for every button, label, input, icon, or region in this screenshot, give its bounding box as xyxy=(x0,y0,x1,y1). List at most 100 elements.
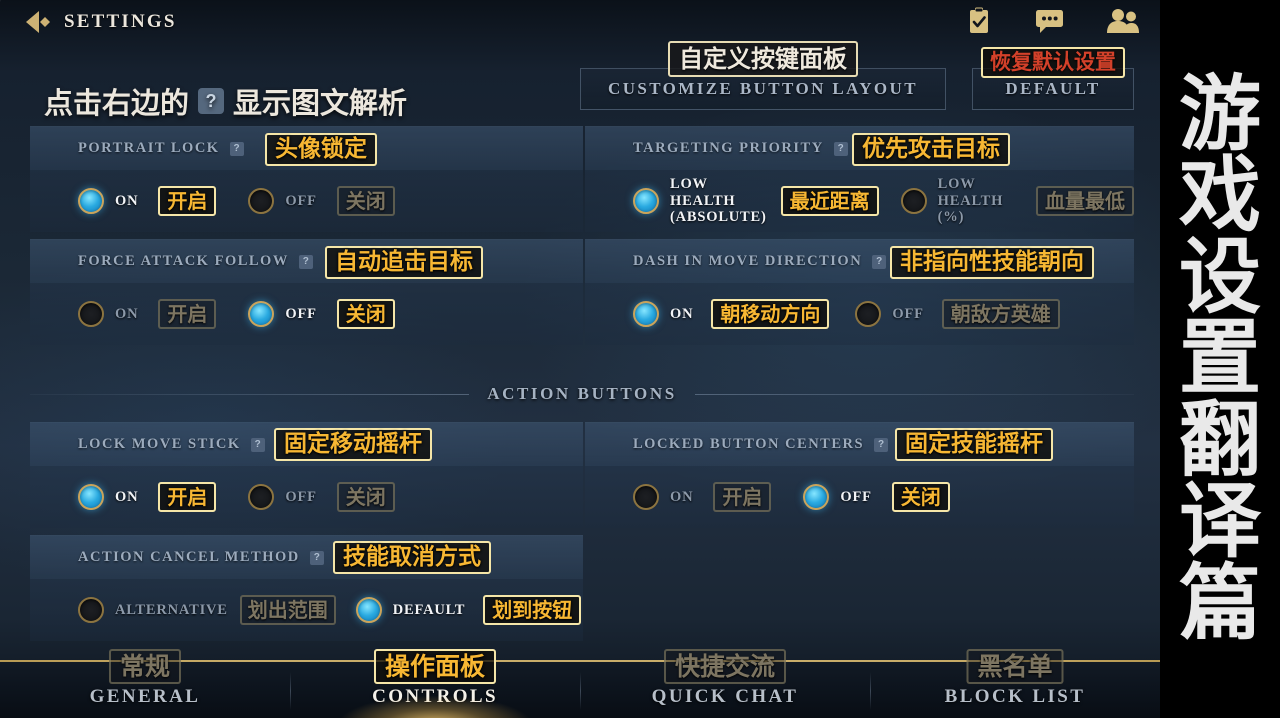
radio-off[interactable] xyxy=(248,301,275,327)
radio-on[interactable] xyxy=(633,484,659,510)
setting-title: LOCKED BUTTON CENTERS xyxy=(633,436,865,452)
option-badge-low-health-percent: 血量最低 xyxy=(1036,186,1134,216)
help-glyph-icon: ? xyxy=(198,88,225,114)
back-button[interactable]: SETTINGS xyxy=(22,7,177,37)
header-icon-group xyxy=(964,6,1140,36)
option-label: ON xyxy=(115,488,139,505)
radio-on[interactable] xyxy=(78,188,104,214)
divider-left xyxy=(30,393,470,395)
friends-icon[interactable] xyxy=(1106,7,1140,35)
tab-badge-controls: 操作面板 xyxy=(373,649,497,684)
setting-title: DASH IN MOVE DIRECTION xyxy=(633,253,863,269)
panel-body: ON 开启 OFF 关闭 xyxy=(585,466,1134,528)
side-title-strip: 游 戏 设 置 翻 译 篇 xyxy=(1160,0,1280,718)
option-off[interactable]: OFF xyxy=(248,484,316,510)
tab-quick-chat[interactable]: 快捷交流 QUICK CHAT xyxy=(580,649,870,718)
tab-general[interactable]: 常规 GENERAL xyxy=(0,649,290,718)
side-char: 设 xyxy=(1178,229,1261,325)
radio-off[interactable] xyxy=(803,484,830,510)
tab-badge-quick-chat: 快捷交流 xyxy=(663,649,787,684)
help-icon[interactable]: ? xyxy=(872,254,887,269)
side-char: 翻 xyxy=(1178,392,1261,488)
option-badge-on: 开启 xyxy=(158,186,217,216)
help-icon[interactable]: ? xyxy=(309,550,324,565)
tab-badge-general: 常规 xyxy=(108,649,182,684)
tab-badge-block-list: 黑名单 xyxy=(966,649,1064,684)
help-icon[interactable]: ? xyxy=(833,141,848,156)
radio-off[interactable] xyxy=(248,188,275,214)
radio-off[interactable] xyxy=(855,301,882,327)
option-on[interactable]: ON xyxy=(78,301,138,327)
option-on[interactable]: ON xyxy=(633,484,693,510)
section-title: ACTION BUTTONS xyxy=(487,384,677,403)
clipboard-check-icon[interactable] xyxy=(964,6,994,36)
setting-panel-action-cancel-method: ACTION CANCEL METHOD ? ALTERNATIVE 划出范围 … xyxy=(30,535,583,641)
setting-badge-lock-move-stick: 固定移动摇杆 xyxy=(274,428,432,461)
tab-controls[interactable]: 操作面板 CONTROLS xyxy=(290,649,580,718)
tab-label: GENERAL xyxy=(89,686,201,707)
chevron-left-diamond-icon xyxy=(26,11,50,33)
radio-on[interactable] xyxy=(78,484,104,510)
setting-title: ACTION CANCEL METHOD xyxy=(78,549,300,565)
option-on[interactable]: ON xyxy=(78,188,138,214)
option-off[interactable]: OFF xyxy=(248,188,316,214)
panel-body: ON 开启 OFF 关闭 xyxy=(30,466,583,528)
setting-badge-targeting-priority: 优先攻击目标 xyxy=(852,133,1010,166)
bottom-tab-bar: 常规 GENERAL 操作面板 CONTROLS 快捷交流 QUICK CHAT… xyxy=(0,649,1160,718)
option-badge-on: 开启 xyxy=(713,482,772,512)
option-alternative[interactable]: ALTERNATIVE xyxy=(78,597,228,623)
option-default[interactable]: DEFAULT xyxy=(355,597,465,623)
setting-badge-action-cancel-method: 技能取消方式 xyxy=(333,541,491,574)
panel-body: ON 开启 OFF 关闭 xyxy=(30,170,583,232)
option-label: ON xyxy=(670,305,694,322)
panel-body: ON 开启 OFF 关闭 xyxy=(30,283,583,345)
divider-right xyxy=(694,393,1135,395)
option-off[interactable]: OFF xyxy=(855,301,923,327)
side-char: 篇 xyxy=(1178,555,1261,651)
option-off[interactable]: OFF xyxy=(248,301,316,327)
tab-block-list[interactable]: 黑名单 BLOCK LIST xyxy=(870,649,1160,718)
instruction-line: 点击右边的 ? 显示图文解析 xyxy=(44,80,407,122)
help-icon[interactable]: ? xyxy=(874,437,889,452)
instruction-text-after: 显示图文解析 xyxy=(233,86,408,120)
option-on[interactable]: ON xyxy=(78,484,138,510)
help-icon[interactable]: ? xyxy=(229,141,244,156)
option-label: ON xyxy=(115,305,139,322)
tab-label: CONTROLS xyxy=(372,686,498,707)
page-title: SETTINGS xyxy=(64,11,177,32)
option-label: ON xyxy=(670,488,694,505)
radio-off[interactable] xyxy=(248,484,275,510)
side-char: 置 xyxy=(1178,311,1261,407)
radio-alternative[interactable] xyxy=(78,597,104,623)
option-badge-off: 关闭 xyxy=(336,299,395,329)
radio-low-health-percent[interactable] xyxy=(900,187,927,214)
panel-header: ACTION CANCEL METHOD ? xyxy=(30,535,583,579)
radio-on[interactable] xyxy=(633,301,659,327)
help-icon[interactable]: ? xyxy=(298,254,313,269)
option-badge-alternative: 划出范围 xyxy=(239,595,336,625)
radio-on[interactable] xyxy=(78,301,104,327)
side-char: 戏 xyxy=(1178,148,1261,244)
help-icon[interactable]: ? xyxy=(250,437,265,452)
option-label: OFF xyxy=(285,192,317,209)
section-header-action-buttons: ACTION BUTTONS xyxy=(30,380,1135,408)
option-label: LOW HEALTH (ABSOLUTE) xyxy=(670,175,767,226)
top-bar: SETTINGS xyxy=(0,0,1160,48)
option-on[interactable]: ON xyxy=(633,301,693,327)
option-label: ALTERNATIVE xyxy=(115,601,228,618)
option-label: OFF xyxy=(285,305,317,322)
tab-label: BLOCK LIST xyxy=(944,686,1086,707)
option-badge-off: 朝敌方英雄 xyxy=(941,299,1060,329)
tab-label: QUICK CHAT xyxy=(651,686,799,707)
option-off[interactable]: OFF xyxy=(803,484,871,510)
setting-title: TARGETING PRIORITY xyxy=(633,140,824,156)
side-char: 游 xyxy=(1178,66,1261,162)
panel-body: ON 朝移动方向 OFF 朝敌方英雄 xyxy=(585,283,1134,345)
option-badge-off: 关闭 xyxy=(336,186,395,216)
option-low-health-percent[interactable]: LOW HEALTH (%) xyxy=(900,176,1024,226)
radio-low-health-absolute[interactable] xyxy=(633,187,659,214)
option-low-health-absolute[interactable]: LOW HEALTH (ABSOLUTE) xyxy=(633,176,767,226)
radio-default[interactable] xyxy=(355,597,382,623)
chat-bubble-icon[interactable] xyxy=(1034,7,1066,35)
panel-body: LOW HEALTH (ABSOLUTE) 最近距离 LOW HEALTH (%… xyxy=(585,170,1134,232)
